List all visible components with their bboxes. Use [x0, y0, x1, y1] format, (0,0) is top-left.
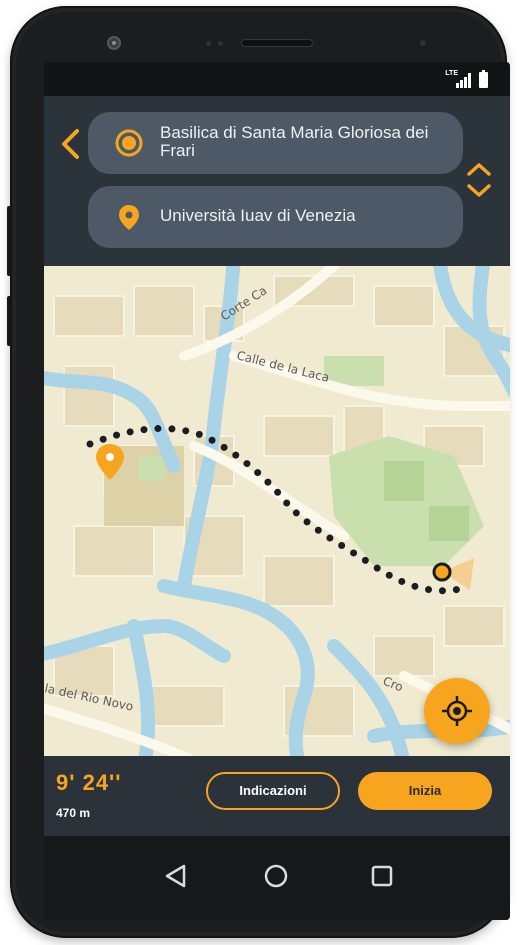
- square-recents-icon: [371, 865, 393, 887]
- origin-field[interactable]: Basilica di Santa Maria Gloriosa dei Fra…: [88, 112, 463, 174]
- phone-frame: LTE Basilica di Santa Maria Gloriosa dei…: [7, 6, 510, 938]
- earpiece-speaker: [242, 40, 312, 46]
- courtyard: [139, 456, 164, 481]
- power-button: [7, 296, 11, 346]
- back-button[interactable]: [58, 126, 82, 162]
- triangle-back-icon: [165, 864, 186, 888]
- nav-back-button[interactable]: [156, 856, 196, 896]
- sensor-dot: [206, 41, 211, 46]
- trip-summary-bar: 9' 24'' 470 m Indicazioni Inizia: [44, 756, 510, 836]
- destination-text: Università Iuav di Venezia: [160, 206, 356, 225]
- directions-button[interactable]: Indicazioni: [206, 772, 340, 810]
- status-bar: LTE: [44, 62, 510, 96]
- system-nav-bar: [44, 836, 510, 920]
- recenter-button[interactable]: [424, 678, 490, 744]
- user-location-icon: [432, 558, 474, 590]
- nav-home-button[interactable]: [256, 856, 296, 896]
- battery-icon: [479, 70, 488, 88]
- trip-distance: 470 m: [56, 806, 91, 820]
- volume-button: [7, 206, 11, 276]
- map-pin-icon: [119, 205, 139, 230]
- street-label-calle-laca: Calle de la Laca: [235, 348, 330, 385]
- swap-route-button[interactable]: [464, 158, 494, 202]
- app-screen: LTE Basilica di Santa Maria Gloriosa dei…: [44, 62, 510, 920]
- destination-field[interactable]: Università Iuav di Venezia: [88, 186, 463, 248]
- trip-duration: 9' 24'': [56, 770, 122, 795]
- chevron-left-icon: [62, 129, 79, 159]
- signal-icon: [456, 72, 474, 88]
- start-button[interactable]: Inizia: [358, 772, 492, 810]
- current-location-icon: [115, 129, 143, 157]
- crosshair-icon: [442, 696, 472, 726]
- origin-text: Basilica di Santa Maria Gloriosa dei Fra…: [160, 123, 429, 160]
- nav-recents-button[interactable]: [362, 856, 402, 896]
- map-view[interactable]: Corte Ca Calle de la Laca la del Rio Nov…: [44, 266, 510, 756]
- route-header: Basilica di Santa Maria Gloriosa dei Fra…: [44, 96, 510, 266]
- proximity-sensor: [420, 40, 426, 46]
- swap-arrows-icon: [467, 163, 491, 197]
- sensor-dot: [218, 41, 223, 46]
- front-camera-icon: [107, 36, 121, 50]
- circle-home-icon: [264, 864, 288, 888]
